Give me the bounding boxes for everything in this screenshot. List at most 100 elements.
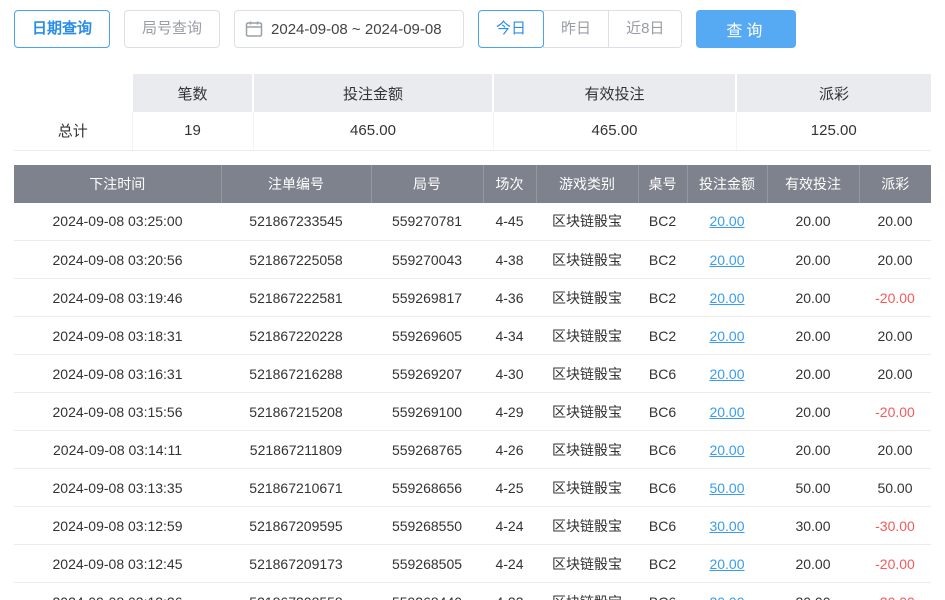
date-query-tab-button[interactable]: 日期查询 bbox=[14, 10, 110, 48]
summary-header-valid: 有效投注 bbox=[493, 74, 736, 112]
table-row: 2024-09-08 03:12:45521867209173559268505… bbox=[14, 545, 931, 583]
bet-amount-link[interactable]: 20.00 bbox=[709, 366, 744, 382]
bet-id-cell: 521867211809 bbox=[221, 431, 371, 469]
bet-time-cell: 2024-09-08 03:15:56 bbox=[14, 393, 221, 431]
bet-amount-link[interactable]: 50.00 bbox=[709, 480, 744, 496]
payout-cell: 20.00 bbox=[859, 317, 931, 355]
col-header-bet-id: 注单编号 bbox=[221, 165, 371, 203]
table-no-cell: BC2 bbox=[638, 203, 687, 241]
bet-amount-link[interactable]: 20.00 bbox=[709, 252, 744, 268]
session-cell: 4-26 bbox=[483, 431, 536, 469]
game-type-cell: 区块链骰宝 bbox=[536, 355, 638, 393]
session-cell: 4-38 bbox=[483, 241, 536, 279]
table-no-cell: BC6 bbox=[638, 507, 687, 545]
bet-amount-cell: 20.00 bbox=[687, 241, 767, 279]
payout-cell: -20.00 bbox=[859, 583, 931, 600]
game-type-cell: 区块链骰宝 bbox=[536, 317, 638, 355]
game-type-cell: 区块链骰宝 bbox=[536, 393, 638, 431]
session-cell: 4-45 bbox=[483, 203, 536, 241]
valid-bet-cell: 20.00 bbox=[767, 355, 859, 393]
game-type-cell: 区块链骰宝 bbox=[536, 545, 638, 583]
col-header-table-no: 桌号 bbox=[638, 165, 687, 203]
bet-amount-cell: 20.00 bbox=[687, 279, 767, 317]
game-type-cell: 区块链骰宝 bbox=[536, 507, 638, 545]
bet-table-body: 2024-09-08 03:25:00521867233545559270781… bbox=[14, 203, 931, 600]
valid-bet-cell: 20.00 bbox=[767, 317, 859, 355]
round-query-tab-button[interactable]: 局号查询 bbox=[124, 10, 220, 48]
bet-time-cell: 2024-09-08 03:25:00 bbox=[14, 203, 221, 241]
round-id-cell: 559270043 bbox=[371, 241, 483, 279]
round-id-cell: 559268550 bbox=[371, 507, 483, 545]
bet-id-cell: 521867215208 bbox=[221, 393, 371, 431]
bet-time-cell: 2024-09-08 03:18:31 bbox=[14, 317, 221, 355]
quick-date-button-group: 今日 昨日 近8日 bbox=[478, 10, 682, 48]
bet-amount-cell: 20.00 bbox=[687, 393, 767, 431]
summary-count-value: 19 bbox=[132, 112, 253, 150]
bet-amount-cell: 30.00 bbox=[687, 507, 767, 545]
round-id-cell: 559268505 bbox=[371, 545, 483, 583]
valid-bet-cell: 20.00 bbox=[767, 279, 859, 317]
bet-id-cell: 521867225058 bbox=[221, 241, 371, 279]
valid-bet-cell: 50.00 bbox=[767, 469, 859, 507]
bet-id-cell: 521867216288 bbox=[221, 355, 371, 393]
calendar-icon bbox=[245, 20, 263, 38]
bet-amount-link[interactable]: 20.00 bbox=[709, 213, 744, 229]
valid-bet-cell: 20.00 bbox=[767, 431, 859, 469]
valid-bet-cell: 20.00 bbox=[767, 393, 859, 431]
game-type-cell: 区块链骰宝 bbox=[536, 431, 638, 469]
round-id-cell: 559268656 bbox=[371, 469, 483, 507]
valid-bet-cell: 30.00 bbox=[767, 507, 859, 545]
payout-cell: -20.00 bbox=[859, 545, 931, 583]
table-row: 2024-09-08 03:14:11521867211809559268765… bbox=[14, 431, 931, 469]
col-header-payout: 派彩 bbox=[859, 165, 931, 203]
valid-bet-cell: 20.00 bbox=[767, 545, 859, 583]
bet-time-cell: 2024-09-08 03:19:46 bbox=[14, 279, 221, 317]
table-row: 2024-09-08 03:13:35521867210671559268656… bbox=[14, 469, 931, 507]
bet-amount-link[interactable]: 20.00 bbox=[709, 404, 744, 420]
round-id-cell: 559270781 bbox=[371, 203, 483, 241]
table-no-cell: BC6 bbox=[638, 583, 687, 600]
bet-time-cell: 2024-09-08 03:12:26 bbox=[14, 583, 221, 600]
bet-amount-cell: 20.00 bbox=[687, 355, 767, 393]
bet-id-cell: 521867220228 bbox=[221, 317, 371, 355]
last-8-days-button[interactable]: 近8日 bbox=[608, 10, 682, 48]
table-row: 2024-09-08 03:20:56521867225058559270043… bbox=[14, 241, 931, 279]
summary-section: 笔数 投注金额 有效投注 派彩 总计 19 465.00 465.00 125.… bbox=[0, 60, 945, 151]
today-button[interactable]: 今日 bbox=[478, 10, 544, 48]
table-no-cell: BC6 bbox=[638, 355, 687, 393]
bet-amount-link[interactable]: 30.00 bbox=[709, 518, 744, 534]
session-cell: 4-24 bbox=[483, 545, 536, 583]
bet-records-table: 下注时间 注单编号 局号 场次 游戏类别 桌号 投注金额 有效投注 派彩 202… bbox=[14, 165, 931, 600]
payout-cell: -20.00 bbox=[859, 279, 931, 317]
yesterday-button[interactable]: 昨日 bbox=[543, 10, 609, 48]
summary-payout-value: 125.00 bbox=[736, 112, 931, 150]
bet-amount-link[interactable]: 20.00 bbox=[709, 290, 744, 306]
table-row: 2024-09-08 03:15:56521867215208559269100… bbox=[14, 393, 931, 431]
round-id-cell: 559268440 bbox=[371, 583, 483, 600]
bet-id-cell: 521867222581 bbox=[221, 279, 371, 317]
search-button[interactable]: 查询 bbox=[696, 10, 796, 48]
bet-id-cell: 521867210671 bbox=[221, 469, 371, 507]
bet-amount-link[interactable]: 20.00 bbox=[709, 328, 744, 344]
round-id-cell: 559268765 bbox=[371, 431, 483, 469]
summary-header-payout: 派彩 bbox=[736, 74, 931, 112]
date-range-value: 2024-09-08 ~ 2024-09-08 bbox=[271, 21, 442, 38]
bet-amount-link[interactable]: 20.00 bbox=[709, 442, 744, 458]
round-id-cell: 559269207 bbox=[371, 355, 483, 393]
bet-time-cell: 2024-09-08 03:12:59 bbox=[14, 507, 221, 545]
bet-id-cell: 521867209595 bbox=[221, 507, 371, 545]
bet-time-cell: 2024-09-08 03:16:31 bbox=[14, 355, 221, 393]
table-row: 2024-09-08 03:16:31521867216288559269207… bbox=[14, 355, 931, 393]
bet-time-cell: 2024-09-08 03:12:45 bbox=[14, 545, 221, 583]
table-row: 2024-09-08 03:18:31521867220228559269605… bbox=[14, 317, 931, 355]
bet-amount-cell: 20.00 bbox=[687, 583, 767, 600]
valid-bet-cell: 20.00 bbox=[767, 241, 859, 279]
bet-amount-link[interactable]: 20.00 bbox=[709, 594, 744, 600]
session-cell: 4-36 bbox=[483, 279, 536, 317]
game-type-cell: 区块链骰宝 bbox=[536, 241, 638, 279]
table-no-cell: BC6 bbox=[638, 393, 687, 431]
bet-amount-link[interactable]: 20.00 bbox=[709, 556, 744, 572]
date-range-picker[interactable]: 2024-09-08 ~ 2024-09-08 bbox=[234, 10, 464, 48]
summary-total-label: 总计 bbox=[14, 112, 132, 150]
query-toolbar: 日期查询 局号查询 2024-09-08 ~ 2024-09-08 今日 昨日 … bbox=[0, 0, 945, 60]
